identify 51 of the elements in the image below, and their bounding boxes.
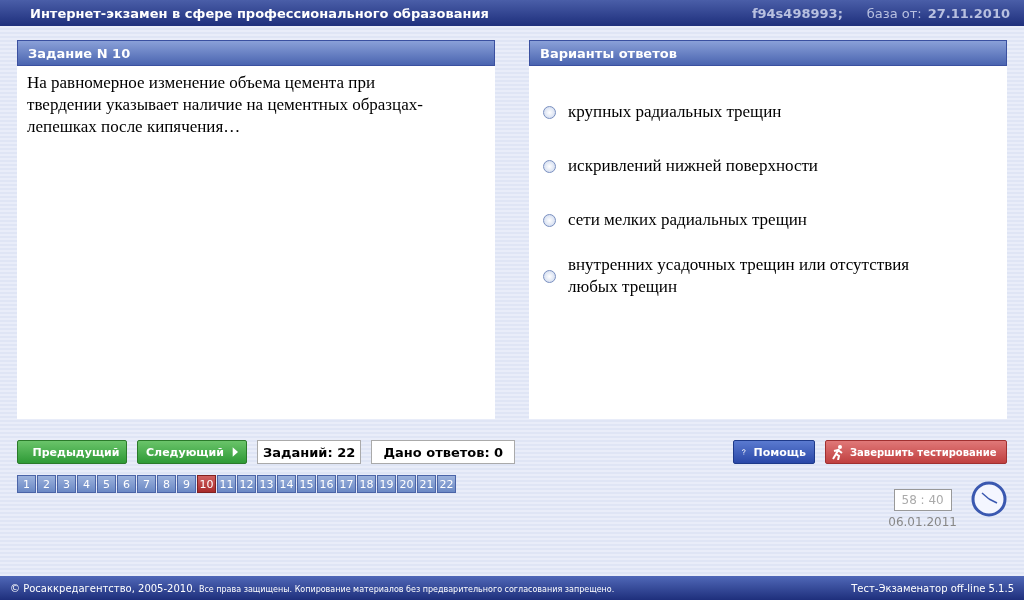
question-number[interactable]: 1 [17, 475, 36, 493]
panel-header: Задание N 10 [17, 40, 495, 66]
base-date: 27.11.2010 [927, 5, 1010, 21]
window-title: Интернет-экзамен в сфере профессионального образования [30, 5, 489, 21]
task-count: Заданий: 22 [257, 440, 362, 464]
answer-option[interactable]: искривлений нижней поверхности [568, 155, 818, 177]
question-number[interactable]: 18 [357, 475, 376, 493]
radio-button[interactable] [543, 213, 556, 227]
question-number[interactable]: 10 [197, 475, 216, 493]
question-number[interactable]: 9 [177, 475, 196, 493]
question-number[interactable]: 21 [417, 475, 436, 493]
question-number[interactable]: 11 [217, 475, 236, 493]
question-text: На равномерное изменение объема цемента при твердении указывает наличие на цементных образцах-лепешках после кипячения… [26, 72, 424, 138]
version-text: Тест-Экзаменатор off-line 5.1.5 [851, 582, 1014, 594]
finish-button[interactable]: Завершить тестирование [825, 440, 1007, 464]
question-number[interactable]: 2 [37, 475, 56, 493]
question-number[interactable]: 6 [117, 475, 136, 493]
question-number[interactable]: 19 [377, 475, 396, 493]
question-number[interactable]: 13 [257, 475, 276, 493]
answer-option[interactable]: внутренних усадочных трещин или отсутствия любых трещин [568, 254, 957, 298]
question-number[interactable]: 7 [137, 475, 156, 493]
running-person-icon [831, 444, 845, 460]
radio-button[interactable] [543, 105, 556, 119]
base-label: база от: [866, 5, 922, 21]
date-text: 06.01.2011 [888, 515, 957, 529]
help-button[interactable]: Помощь [733, 440, 815, 464]
question-number[interactable]: 16 [317, 475, 336, 493]
notice-text: Все права защищены. Копирование материалов без предварительного согласования запрещено. [198, 584, 615, 594]
question-number[interactable]: 5 [97, 475, 116, 493]
clock-icon [971, 481, 1007, 517]
question-number[interactable]: 17 [337, 475, 356, 493]
question-number[interactable]: 3 [57, 475, 76, 493]
question-number[interactable]: 8 [157, 475, 176, 493]
question-number[interactable]: 20 [397, 475, 416, 493]
question-number[interactable]: 22 [437, 475, 456, 493]
timer-field: 58 : 40 [893, 489, 952, 511]
question-number[interactable]: 12 [237, 475, 256, 493]
answered-count: Дано ответов: 0 [371, 440, 516, 464]
radio-button[interactable] [543, 269, 556, 283]
panel-header: Варианты ответов [529, 40, 1007, 66]
question-number[interactable]: 15 [297, 475, 316, 493]
right-arrow-icon [231, 445, 238, 459]
session-code: f94s498993; [751, 5, 843, 21]
radio-button[interactable] [543, 159, 556, 173]
previous-button[interactable]: Предыдущий [17, 440, 127, 464]
copyright-text: © Росаккредагентство, 2005-2010. [10, 582, 196, 594]
answer-option[interactable]: сети мелких радиальных трещин [568, 209, 807, 231]
answer-option[interactable]: крупных радиальных трещин [568, 101, 782, 123]
question-number[interactable]: 14 [277, 475, 296, 493]
question-number[interactable]: 4 [77, 475, 96, 493]
next-button[interactable]: Следующий [137, 440, 247, 464]
